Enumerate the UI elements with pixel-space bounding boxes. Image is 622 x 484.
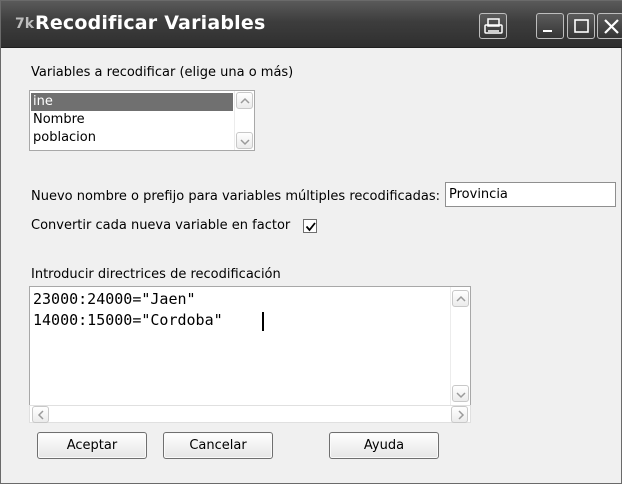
print-button[interactable] — [479, 13, 507, 39]
directive-line: 23000:24000="Jaen" — [33, 290, 196, 308]
close-button[interactable] — [597, 13, 622, 39]
factor-label: Convertir cada nueva variable en factor — [31, 218, 291, 233]
list-item-nombre[interactable]: Nombre — [31, 111, 233, 129]
chevron-down-icon — [456, 392, 466, 399]
new-name-input[interactable]: Provincia — [445, 182, 616, 207]
scroll-left-button[interactable] — [32, 406, 49, 423]
text-caret — [262, 312, 264, 331]
scroll-up-button[interactable] — [236, 92, 253, 109]
maximize-icon — [574, 19, 589, 33]
window-title: Recodificar Variables — [35, 12, 266, 34]
directives-textarea[interactable]: 23000:24000="Jaen" 14000:15000="Cordoba" — [29, 286, 471, 406]
variables-scrollbar[interactable] — [234, 91, 254, 150]
minimize-button[interactable] — [536, 13, 564, 39]
app-icon: 7k — [15, 16, 35, 32]
list-item-ine[interactable]: ine — [31, 93, 233, 111]
chevron-right-icon — [458, 410, 465, 420]
scroll-down-button[interactable] — [236, 132, 253, 149]
cancel-button[interactable]: Cancelar — [163, 432, 273, 459]
variables-listbox[interactable]: ine Nombre poblacion — [29, 90, 255, 151]
maximize-button[interactable] — [567, 13, 595, 39]
directives-vscrollbar[interactable] — [450, 287, 470, 405]
scroll-down-button[interactable] — [452, 385, 469, 402]
factor-checkbox[interactable] — [303, 219, 317, 233]
chevron-left-icon — [37, 410, 44, 420]
variables-label: Variables a recodificar (elige una o más… — [31, 65, 294, 80]
accept-button[interactable]: Aceptar — [37, 432, 147, 459]
title-bar[interactable]: 7k Recodificar Variables — [1, 1, 622, 48]
list-item-poblacion[interactable]: poblacion — [31, 129, 233, 147]
directives-hscrollbar[interactable] — [29, 405, 471, 423]
help-button[interactable]: Ayuda — [329, 432, 439, 459]
recode-variables-window: 7k Recodificar Variables Variables a rec… — [0, 0, 622, 484]
directive-line: 14000:15000="Cordoba" — [33, 311, 223, 329]
printer-icon — [484, 18, 503, 34]
scroll-right-button[interactable] — [451, 406, 468, 423]
close-icon — [604, 19, 619, 34]
directives-label: Introducir directrices de recodificación — [31, 267, 281, 282]
chevron-up-icon — [240, 97, 250, 104]
new-name-label: Nuevo nombre o prefijo para variables mú… — [31, 189, 441, 204]
scroll-up-button[interactable] — [452, 290, 469, 307]
chevron-down-icon — [240, 139, 250, 146]
chevron-up-icon — [456, 295, 466, 302]
checkmark-icon — [305, 222, 316, 232]
minimize-icon — [543, 30, 552, 32]
